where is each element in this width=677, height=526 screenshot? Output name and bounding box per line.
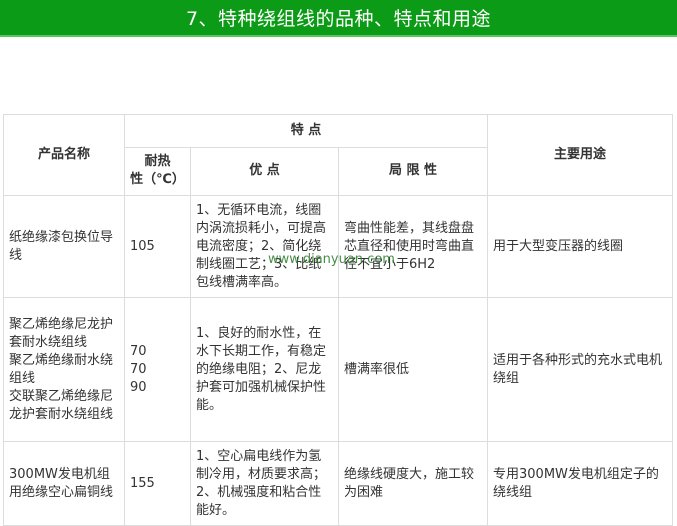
cell-product-name: 纸绝缘漆包换位导线: [3, 195, 125, 298]
table-row: 聚乙烯绝缘尼龙护套耐水绕组线 聚乙烯绝缘耐水绕组线 交联聚乙烯绝缘尼龙护套耐水绕…: [3, 297, 673, 442]
wire-spec-table: 产品名称 特 点 主要用途 耐热 性（℃） 优 点 局 限 性 纸绝缘漆包换位导…: [3, 114, 673, 526]
cell-limitations: 绝缘线硬度大，施工较为困难: [338, 441, 488, 526]
cell-main-uses: 专用300MW发电机组定子的绕线组: [487, 441, 673, 526]
cell-main-uses: 适用于各种形式的充水式电机绕组: [487, 297, 673, 442]
cell-advantages: 1、良好的耐水性，在水下长期工作，有稳定的绝缘电阻；2、尼龙护套可加强机械保护性…: [190, 297, 339, 442]
cell-limitations: 槽满率很低: [338, 297, 488, 442]
cell-heat-resistance: 70 70 90: [124, 297, 191, 442]
cell-limitations: 弯曲性能差，其线盘盘芯直径和使用时弯曲直径不宜小于6H2: [338, 195, 488, 298]
header-limitations: 局 限 性: [338, 146, 488, 197]
table-row: 300MW发电机组用绝缘空心扁铜线 155 1、空心扁电线作为氢制冷用，材质要求…: [3, 441, 673, 526]
header-product-name: 产品名称: [3, 114, 125, 196]
cell-heat-resistance: 155: [124, 441, 191, 526]
cell-heat-resistance: 105: [124, 195, 191, 298]
header-advantages: 优 点: [190, 146, 339, 197]
title-banner: 7、特种绕组线的品种、特点和用途: [0, 0, 677, 37]
header-main-uses: 主要用途: [487, 114, 673, 196]
cell-advantages: 1、无循环电流，线圈内涡流损耗小，可提高电流密度；2、简化绕制线圈工艺；3、比纸…: [190, 195, 339, 298]
header-heat-resistance: 耐热 性（℃）: [124, 146, 191, 197]
table-row: 纸绝缘漆包换位导线 105 1、无循环电流，线圈内涡流损耗小，可提高电流密度；2…: [3, 195, 673, 298]
cell-advantages: 1、空心扁电线作为氢制冷用，材质要求高；2、机械强度和粘合性能好。: [190, 441, 339, 526]
cell-product-name: 300MW发电机组用绝缘空心扁铜线: [3, 441, 125, 526]
cell-product-name: 聚乙烯绝缘尼龙护套耐水绕组线 聚乙烯绝缘耐水绕组线 交联聚乙烯绝缘尼龙护套耐水绕…: [3, 297, 125, 442]
page-title: 7、特种绕组线的品种、特点和用途: [185, 8, 492, 30]
cell-main-uses: 用于大型变压器的线圈: [487, 195, 673, 298]
header-features: 特 点: [124, 114, 488, 148]
